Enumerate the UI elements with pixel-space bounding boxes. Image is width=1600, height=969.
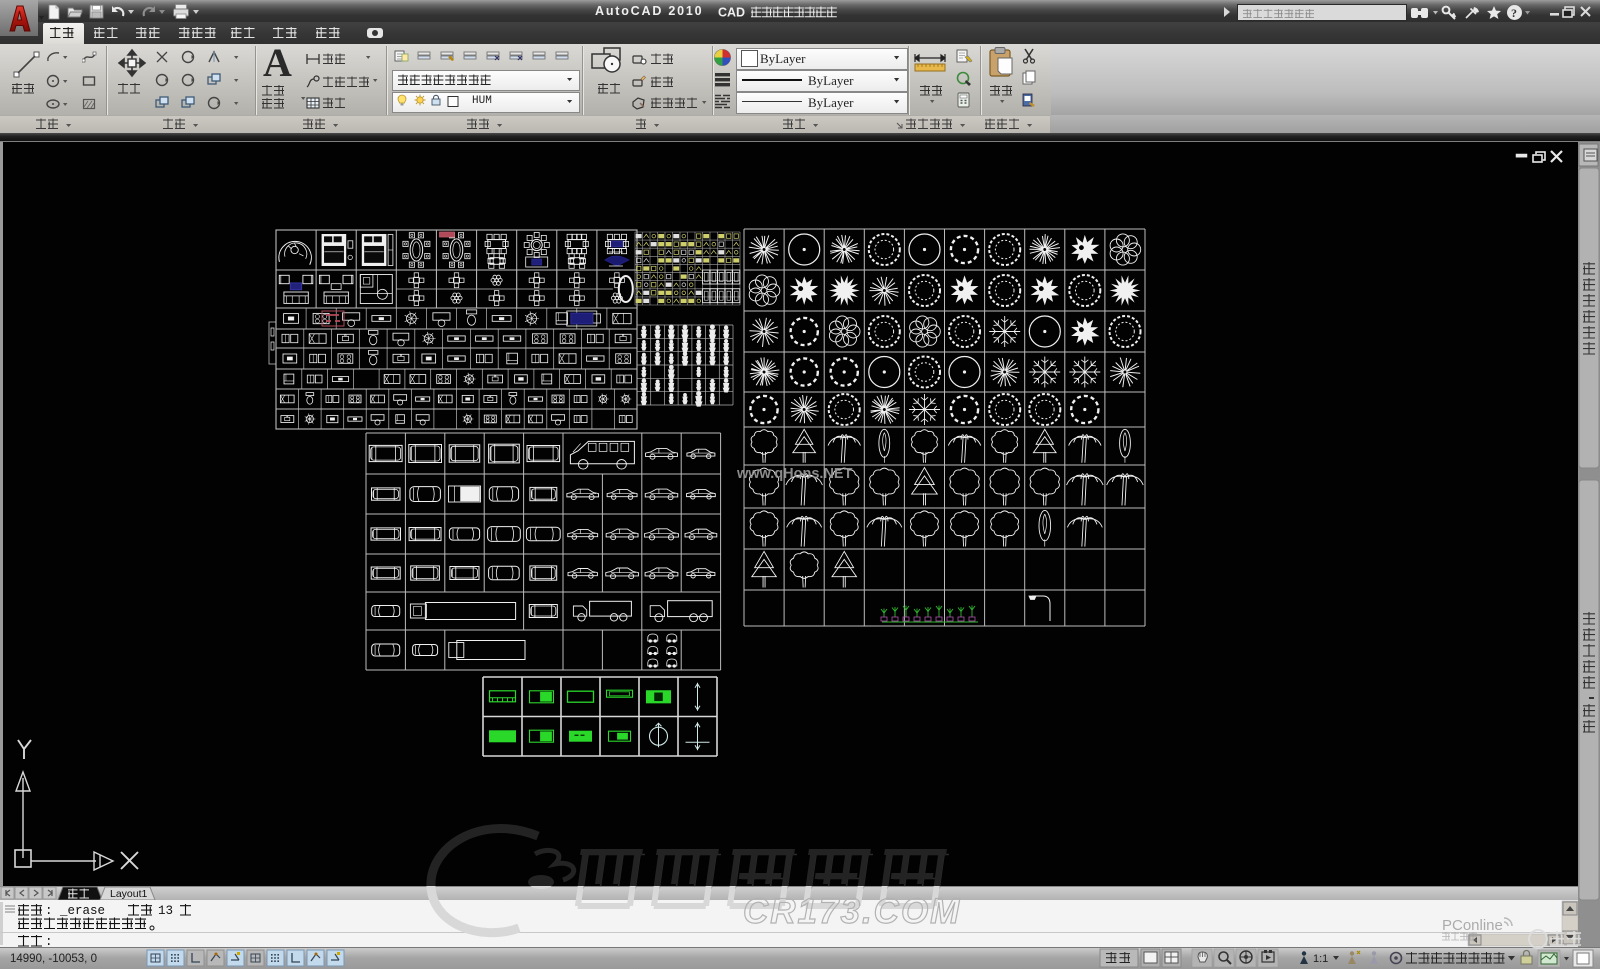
svg-text:PConline: PConline <box>1442 917 1503 934</box>
svg-text:www.qHons.NET: www.qHons.NET <box>736 466 853 482</box>
svg-text::: : <box>45 935 53 947</box>
svg-text:Layout1: Layout1 <box>110 888 148 900</box>
svg-text:?: ? <box>1511 6 1517 20</box>
svg-text:13: 13 <box>158 904 173 918</box>
svg-text:14990, -10053, 0: 14990, -10053, 0 <box>10 953 97 965</box>
svg-text:: _erase: : _erase <box>45 904 105 918</box>
svg-text:1:1: 1:1 <box>1313 953 1328 965</box>
svg-text:CAD: CAD <box>718 6 745 20</box>
